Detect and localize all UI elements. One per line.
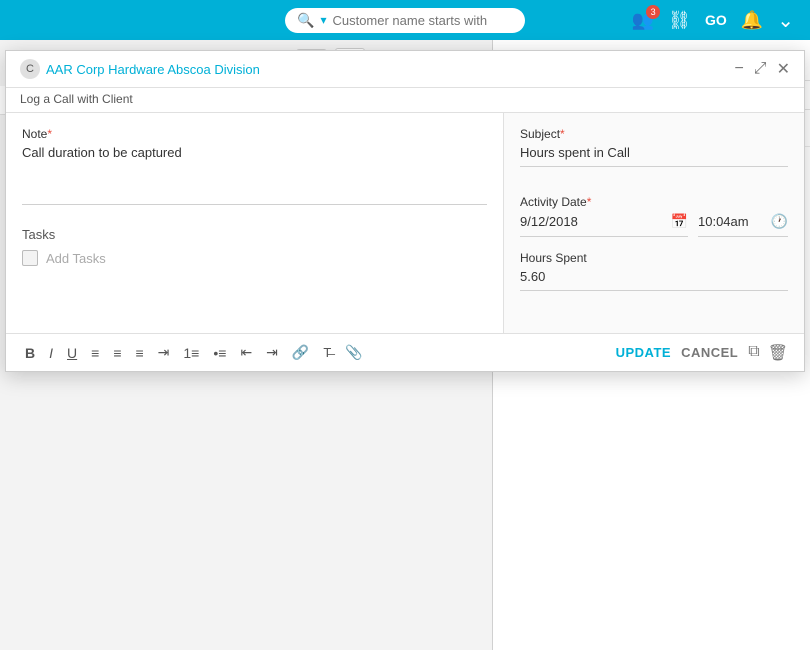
person-group-icon[interactable]: 👥 3 bbox=[632, 10, 654, 31]
company-avatar: C bbox=[20, 59, 40, 79]
indent-button[interactable]: ⇥ bbox=[155, 342, 173, 363]
update-button[interactable]: UPDATE bbox=[616, 345, 671, 360]
subject-label: Subject* bbox=[520, 127, 788, 141]
modal-maximize-button[interactable]: ⤢ bbox=[754, 60, 767, 78]
align-center-button[interactable]: ≡ bbox=[110, 343, 124, 363]
cancel-button[interactable]: CANCEL bbox=[681, 345, 738, 360]
modal-body: Note* Call duration to be captured Tasks… bbox=[6, 113, 804, 333]
top-bar: 🔍 ▾ 👥 3 ⛓ GO 🔔 ⌄ bbox=[0, 0, 810, 40]
indent2-button[interactable]: ⇥ bbox=[263, 342, 281, 363]
activity-date-label: Activity Date* bbox=[520, 195, 788, 209]
note-required: * bbox=[47, 127, 52, 141]
modal-close-button[interactable]: ✕ bbox=[777, 59, 790, 79]
notification-badge: 3 bbox=[646, 5, 660, 19]
top-icons-group: 👥 3 ⛓ GO 🔔 ⌄ bbox=[632, 8, 794, 33]
modal-header-left: C AAR Corp Hardware Abscoa Division bbox=[20, 59, 734, 79]
time-value[interactable]: 10:04am 🕐 bbox=[698, 213, 788, 237]
hours-spent-group: Hours Spent 5.60 bbox=[520, 251, 788, 305]
ordered-list-button[interactable]: 1≡ bbox=[180, 343, 202, 363]
note-value[interactable]: Call duration to be captured bbox=[22, 145, 487, 205]
network-icon[interactable]: ⛓ bbox=[668, 10, 691, 31]
modal-controls: − ⤢ ✕ bbox=[734, 59, 790, 79]
activity-date-group: Activity Date* 9/12/2018 📅 10:04am 🕐 bbox=[520, 195, 788, 237]
hours-spent-label: Hours Spent bbox=[520, 251, 788, 265]
subject-group: Subject* Hours spent in Call bbox=[520, 127, 788, 181]
modal-footer: B I U ≡ ≡ ≡ ⇥ 1≡ •≡ ⇤ ⇥ 🔗 T̶ 📎 UPDATE CA… bbox=[6, 333, 804, 371]
strikethrough-button[interactable]: T̶ bbox=[320, 343, 334, 362]
format-toolbar: B I U ≡ ≡ ≡ ⇥ 1≡ •≡ ⇤ ⇥ 🔗 T̶ 📎 bbox=[22, 342, 366, 363]
global-search-bar[interactable]: 🔍 ▾ bbox=[285, 8, 525, 33]
note-label: Note* bbox=[22, 127, 487, 141]
trash-icon[interactable]: 🗑 bbox=[768, 343, 788, 363]
bold-button[interactable]: B bbox=[22, 343, 38, 363]
subject-value[interactable]: Hours spent in Call bbox=[520, 145, 788, 167]
modal-minimize-button[interactable]: − bbox=[734, 60, 743, 78]
footer-right-icons: ⧉ 🗑 bbox=[748, 343, 788, 363]
unordered-list-button[interactable]: •≡ bbox=[210, 343, 229, 363]
add-tasks-text: Add Tasks bbox=[46, 251, 106, 266]
outdent-button[interactable]: ⇤ bbox=[237, 342, 255, 363]
add-tasks-row[interactable]: Add Tasks bbox=[22, 250, 487, 266]
modal-header: C AAR Corp Hardware Abscoa Division − ⤢ … bbox=[6, 51, 804, 88]
modal-subtitle: Log a Call with Client bbox=[6, 88, 804, 113]
copy-icon[interactable]: ⧉ bbox=[748, 343, 759, 363]
modal-right-section: Subject* Hours spent in Call Activity Da… bbox=[504, 113, 804, 333]
tasks-section: Tasks Add Tasks bbox=[22, 227, 487, 266]
italic-button[interactable]: I bbox=[46, 343, 56, 363]
bell-icon[interactable]: 🔔 bbox=[741, 10, 763, 31]
link-button[interactable]: 🔗 bbox=[289, 342, 312, 363]
tasks-label: Tasks bbox=[22, 227, 487, 242]
search-dropdown-icon[interactable]: 🔍 bbox=[297, 12, 314, 29]
log-call-modal: C AAR Corp Hardware Abscoa Division − ⤢ … bbox=[5, 50, 805, 372]
date-time-row: 9/12/2018 📅 10:04am 🕐 bbox=[520, 213, 788, 237]
chevron-down-icon[interactable]: ⌄ bbox=[777, 8, 794, 33]
attachment-button[interactable]: 📎 bbox=[342, 342, 365, 363]
company-name: AAR Corp Hardware Abscoa Division bbox=[46, 62, 260, 77]
footer-actions: UPDATE CANCEL ⧉ 🗑 bbox=[616, 343, 788, 363]
align-right-button[interactable]: ≡ bbox=[132, 343, 146, 363]
hours-spent-value[interactable]: 5.60 bbox=[520, 269, 788, 291]
task-checkbox[interactable] bbox=[22, 250, 38, 266]
go-button[interactable]: GO bbox=[705, 12, 727, 28]
underline-button[interactable]: U bbox=[64, 343, 80, 363]
modal-left-section: Note* Call duration to be captured Tasks… bbox=[6, 113, 504, 333]
global-search-input[interactable] bbox=[332, 13, 492, 28]
clock-icon[interactable]: 🕐 bbox=[771, 213, 788, 230]
search-dropdown-arrow[interactable]: ▾ bbox=[320, 13, 326, 27]
date-value[interactable]: 9/12/2018 📅 bbox=[520, 213, 688, 237]
calendar-icon[interactable]: 📅 bbox=[671, 213, 688, 230]
align-left-button[interactable]: ≡ bbox=[88, 343, 102, 363]
